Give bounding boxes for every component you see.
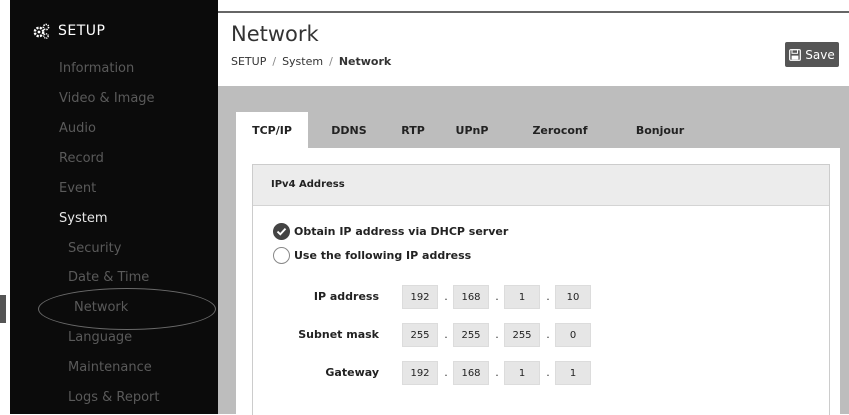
breadcrumb-setup[interactable]: SETUP bbox=[231, 55, 266, 68]
octet-separator: . bbox=[546, 328, 550, 341]
tab-rtp[interactable]: RTP bbox=[394, 112, 432, 148]
page-title: Network bbox=[231, 22, 319, 46]
ip-address-row: IP address 192 . 168 . 1 . 10 bbox=[253, 285, 829, 309]
sidebar-item-network[interactable]: Network bbox=[74, 300, 128, 315]
tab-ddns[interactable]: DDNS bbox=[320, 112, 378, 148]
sidebar-header-label: SETUP bbox=[58, 23, 106, 39]
octet-separator: . bbox=[444, 328, 448, 341]
static-ip-option[interactable]: Use the following IP address bbox=[273, 247, 471, 264]
sidebar-item-maintenance[interactable]: Maintenance bbox=[68, 360, 152, 375]
subnet-mask-octet-3[interactable]: 255 bbox=[504, 323, 540, 347]
ipv4-panel: IPv4 Address Obtain IP address via DHCP … bbox=[252, 164, 830, 415]
gateway-octet-1[interactable]: 192 bbox=[402, 361, 438, 385]
ip-address-octet-1[interactable]: 192 bbox=[402, 285, 438, 309]
breadcrumb-separator: / bbox=[329, 55, 333, 68]
sidebar-item-logs-report[interactable]: Logs & Report bbox=[68, 390, 160, 405]
sidebar-item-language[interactable]: Language bbox=[68, 330, 132, 345]
octet-separator: . bbox=[444, 366, 448, 379]
sidebar-item-date-time[interactable]: Date & Time bbox=[68, 270, 149, 285]
sidebar-item-audio[interactable]: Audio bbox=[59, 121, 96, 136]
breadcrumb-separator: / bbox=[272, 55, 277, 68]
gateway-octet-4[interactable]: 1 bbox=[555, 361, 591, 385]
octet-separator: . bbox=[495, 366, 499, 379]
sidebar-item-record[interactable]: Record bbox=[59, 151, 104, 166]
gateway-octet-2[interactable]: 168 bbox=[453, 361, 489, 385]
dhcp-option[interactable]: Obtain IP address via DHCP server bbox=[273, 223, 508, 240]
dhcp-label: Obtain IP address via DHCP server bbox=[294, 225, 509, 238]
gears-icon bbox=[33, 23, 50, 39]
subnet-mask-octet-1[interactable]: 255 bbox=[402, 323, 438, 347]
left-edge-tick bbox=[0, 295, 6, 323]
tab-content: IPv4 Address Obtain IP address via DHCP … bbox=[236, 148, 840, 415]
ip-address-octet-4[interactable]: 10 bbox=[555, 285, 591, 309]
breadcrumb-network: Network bbox=[338, 55, 392, 68]
main-area: Network SETUP / System / Network Save TCP/IP… bbox=[218, 0, 849, 415]
tab-bonjour[interactable]: Bonjour bbox=[620, 112, 700, 148]
breadcrumb: SETUP / System / Network bbox=[231, 55, 391, 68]
sidebar-item-information[interactable]: Information bbox=[59, 61, 134, 76]
top-divider bbox=[218, 11, 849, 13]
save-button[interactable]: Save bbox=[785, 42, 839, 67]
panel-title: IPv4 Address bbox=[271, 179, 345, 190]
octet-separator: . bbox=[546, 366, 550, 379]
tab-upnp[interactable]: UPnP bbox=[446, 112, 498, 148]
sidebar-item-security[interactable]: Security bbox=[68, 241, 121, 256]
tab-tcp-ip[interactable]: TCP/IP bbox=[236, 112, 308, 148]
gateway-row: Gateway 192 . 168 . 1 . 1 bbox=[253, 361, 829, 385]
sidebar-header[interactable]: SETUP bbox=[32, 22, 105, 40]
ip-address-octet-2[interactable]: 168 bbox=[453, 285, 489, 309]
checkmark-icon bbox=[276, 227, 287, 236]
dhcp-radio[interactable] bbox=[273, 223, 290, 240]
ip-address-label: IP address bbox=[313, 290, 379, 303]
octet-separator: . bbox=[444, 290, 448, 303]
octet-separator: . bbox=[495, 290, 499, 303]
sidebar-item-event[interactable]: Event bbox=[59, 181, 96, 196]
static-ip-radio[interactable] bbox=[273, 247, 290, 264]
sidebar-item-system[interactable]: System bbox=[59, 211, 107, 226]
sidebar-item-video-image[interactable]: Video & Image bbox=[59, 91, 155, 106]
left-edge-bar bbox=[0, 0, 10, 414]
save-button-label: Save bbox=[805, 47, 835, 62]
gateway-label: Gateway bbox=[325, 366, 379, 379]
subnet-mask-octet-2[interactable]: 255 bbox=[453, 323, 489, 347]
ip-address-octet-3[interactable]: 1 bbox=[504, 285, 540, 309]
gateway-octet-3[interactable]: 1 bbox=[504, 361, 540, 385]
sidebar: SETUP Information Video & Image Audio Re… bbox=[10, 0, 218, 414]
breadcrumb-system[interactable]: System bbox=[282, 55, 323, 68]
octet-separator: . bbox=[495, 328, 499, 341]
floppy-disk-icon bbox=[789, 48, 802, 61]
octet-separator: . bbox=[546, 290, 550, 303]
subnet-mask-octet-4[interactable]: 0 bbox=[555, 323, 591, 347]
panel-header: IPv4 Address bbox=[253, 165, 829, 206]
tab-zeroconf[interactable]: Zeroconf bbox=[520, 112, 600, 148]
subnet-mask-row: Subnet mask 255 . 255 . 255 . 0 bbox=[253, 323, 829, 347]
subnet-mask-label: Subnet mask bbox=[298, 328, 379, 341]
static-ip-label: Use the following IP address bbox=[294, 249, 472, 262]
